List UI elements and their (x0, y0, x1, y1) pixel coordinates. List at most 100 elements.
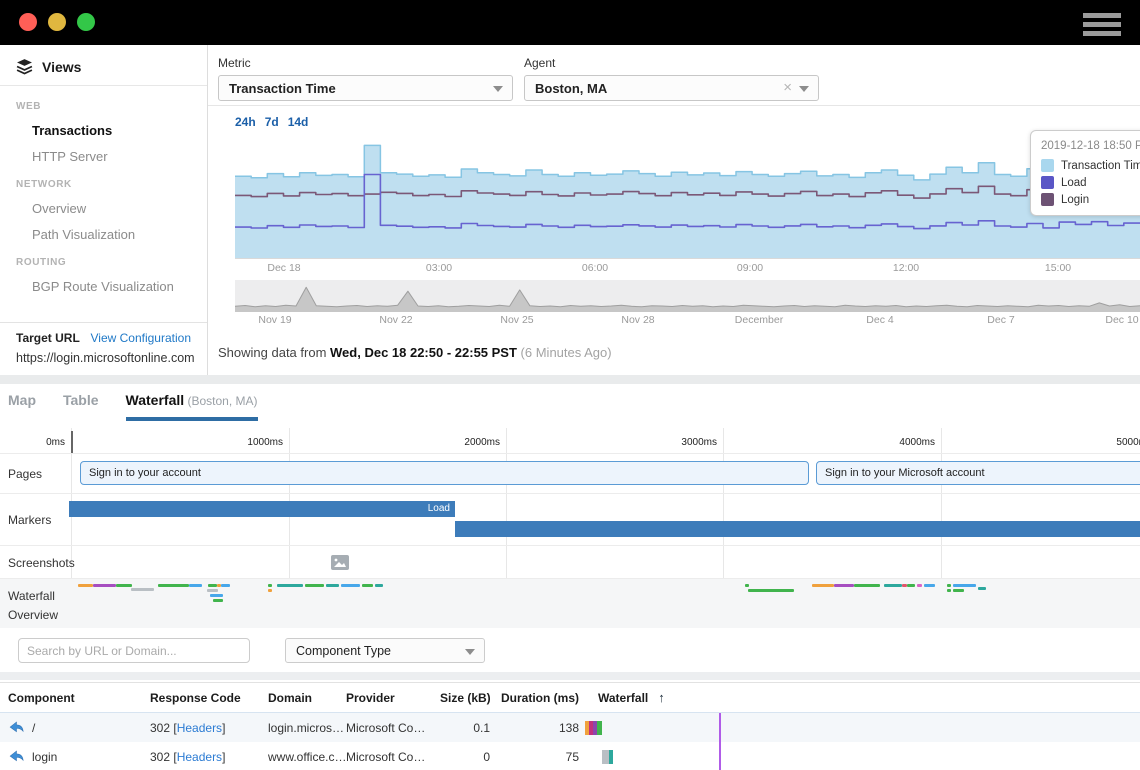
pages-row-label: Pages (8, 467, 42, 481)
chevron-down-icon (465, 649, 475, 655)
timeseries-plot (235, 140, 1140, 258)
table-row[interactable]: / 302 [Headers] login.micros… Microsoft … (0, 713, 1140, 742)
divider (208, 105, 1140, 106)
overview-segment (277, 584, 303, 587)
sidebar-section-web: WEB (16, 101, 191, 112)
clear-agent-icon[interactable]: × (783, 79, 792, 96)
timeline-brush[interactable] (235, 280, 1140, 312)
x-tick-label: 03:00 (426, 262, 452, 274)
sidebar-item-http-server[interactable]: HTTP Server (32, 149, 191, 164)
response-code-cell: 302 [Headers] (150, 721, 268, 735)
panel-divider (0, 375, 1140, 384)
duration-cell: 75 (490, 750, 579, 764)
col-provider[interactable]: Provider (346, 691, 440, 705)
col-waterfall[interactable]: Waterfall↑ (579, 683, 1140, 712)
time-range-buttons: 24h 7d 14d (235, 115, 308, 129)
time-axis-label: 4000ms (871, 437, 935, 448)
overview-segment (116, 584, 132, 587)
response-code-cell: 302 [Headers] (150, 750, 268, 764)
view-configuration-link[interactable]: View Configuration (90, 331, 191, 345)
time-axis-label: 1000ms (219, 437, 283, 448)
row-waterfall-bar[interactable] (579, 742, 1140, 770)
sidebar-item-path-visualization[interactable]: Path Visualization (32, 227, 191, 242)
target-url-panel: Target URL View Configuration https://lo… (0, 322, 207, 375)
view-tabs: Map Table Waterfall (Boston, MA) (8, 392, 258, 421)
range-7d-button[interactable]: 7d (265, 115, 279, 129)
headers-link[interactable]: Headers (177, 750, 222, 764)
overview-segment (210, 594, 223, 597)
window-minimize-button[interactable] (48, 13, 66, 31)
hamburger-menu-icon[interactable] (1083, 13, 1121, 37)
window-close-button[interactable] (19, 13, 37, 31)
sidebar-item-overview[interactable]: Overview (32, 201, 191, 216)
components-table: Component Response Code Domain Provider … (0, 682, 1140, 770)
brush-x-axis: Nov 19Nov 22Nov 25Nov 28DecemberDec 4Dec… (235, 314, 1140, 328)
tab-map[interactable]: Map (8, 392, 36, 417)
window-zoom-button[interactable] (77, 13, 95, 31)
overview-segment (189, 584, 202, 587)
provider-cell: Microsoft Co… (346, 750, 440, 764)
sidebar-item-transactions[interactable]: Transactions (32, 123, 191, 138)
headers-link[interactable]: Headers (177, 721, 222, 735)
overview-segment (947, 589, 951, 592)
col-response-code[interactable]: Response Code (150, 691, 268, 705)
metric-selected-value: Transaction Time (229, 81, 336, 96)
time-axis-label: 0ms (1, 437, 65, 448)
page-marker[interactable]: Sign in to your account (80, 461, 809, 485)
tab-table[interactable]: Table (63, 392, 99, 417)
component-type-select[interactable]: Component Type (285, 638, 485, 663)
col-size[interactable]: Size (kB) (440, 691, 490, 705)
sidebar-section-network: NETWORK (16, 179, 191, 190)
brush-tick-label: December (735, 314, 783, 326)
layers-icon (16, 58, 33, 75)
legend-item-login: Login (1041, 193, 1140, 206)
legend-swatch (1041, 176, 1054, 189)
overview-segment (748, 589, 794, 592)
brush-plot (235, 280, 1140, 312)
page-load-guide-line (719, 742, 721, 770)
brush-tick-label: Dec 7 (987, 314, 1014, 326)
col-duration[interactable]: Duration (ms) (490, 691, 579, 705)
metric-select[interactable]: Transaction Time (218, 75, 513, 101)
range-14d-button[interactable]: 14d (288, 115, 309, 129)
component-name: login (32, 750, 57, 764)
row-waterfall-bar[interactable] (579, 713, 1140, 742)
target-url-value: https://login.microsoftonline.com (16, 351, 191, 365)
screenshot-thumbnail-icon[interactable] (331, 555, 349, 570)
waterfall-overview-row[interactable]: Waterfall Overview (0, 578, 1140, 628)
sidebar-item-bgp-route-visualization[interactable]: BGP Route Visualization (32, 279, 191, 294)
overview-segment (362, 584, 373, 587)
col-domain[interactable]: Domain (268, 691, 346, 705)
chevron-down-icon (799, 86, 809, 92)
views-header: Views (0, 45, 207, 86)
tab-waterfall[interactable]: Waterfall (Boston, MA) (126, 392, 258, 421)
col-component[interactable]: Component (0, 691, 150, 705)
overview-segment (268, 589, 272, 592)
overview-segment (854, 584, 880, 587)
agent-select[interactable]: Boston, MA × (524, 75, 819, 101)
target-url-label: Target URL (16, 331, 80, 345)
brush-tick-label: Dec 10 (1105, 314, 1138, 326)
search-input[interactable] (18, 638, 250, 663)
transaction-marker-bar[interactable] (455, 521, 1140, 537)
overview-segment (907, 584, 915, 587)
waterfall-segment (609, 750, 613, 764)
legend-swatch (1041, 159, 1054, 172)
table-row[interactable]: login 302 [Headers] www.office.c… Micros… (0, 742, 1140, 770)
chart-tooltip: 2019-12-18 18:50 PST Transaction Time Lo… (1030, 130, 1140, 216)
table-header-row: Component Response Code Domain Provider … (0, 682, 1140, 713)
metrics-panel: Metric Transaction Time Agent Boston, MA… (208, 45, 1140, 375)
page-marker[interactable]: Sign in to your Microsoft account (816, 461, 1140, 485)
overview-segment (375, 584, 383, 587)
page-load-guide-line (719, 713, 721, 742)
brush-tick-label: Nov 22 (379, 314, 412, 326)
app-window: Views WEB Transactions HTTP Server NETWO… (0, 0, 1140, 770)
range-24h-button[interactable]: 24h (235, 115, 256, 129)
domain-cell: www.office.c… (268, 750, 346, 764)
chart-x-axis: Dec 1803:0006:0009:0012:0015:00 (235, 262, 1140, 276)
section-divider (0, 672, 1140, 680)
waterfall-panel: Map Table Waterfall (Boston, MA) 0ms 1000… (0, 384, 1140, 770)
transaction-time-chart[interactable] (235, 140, 1140, 259)
overview-segment (93, 584, 116, 587)
transaction-marker-bar[interactable]: Load (69, 501, 455, 517)
